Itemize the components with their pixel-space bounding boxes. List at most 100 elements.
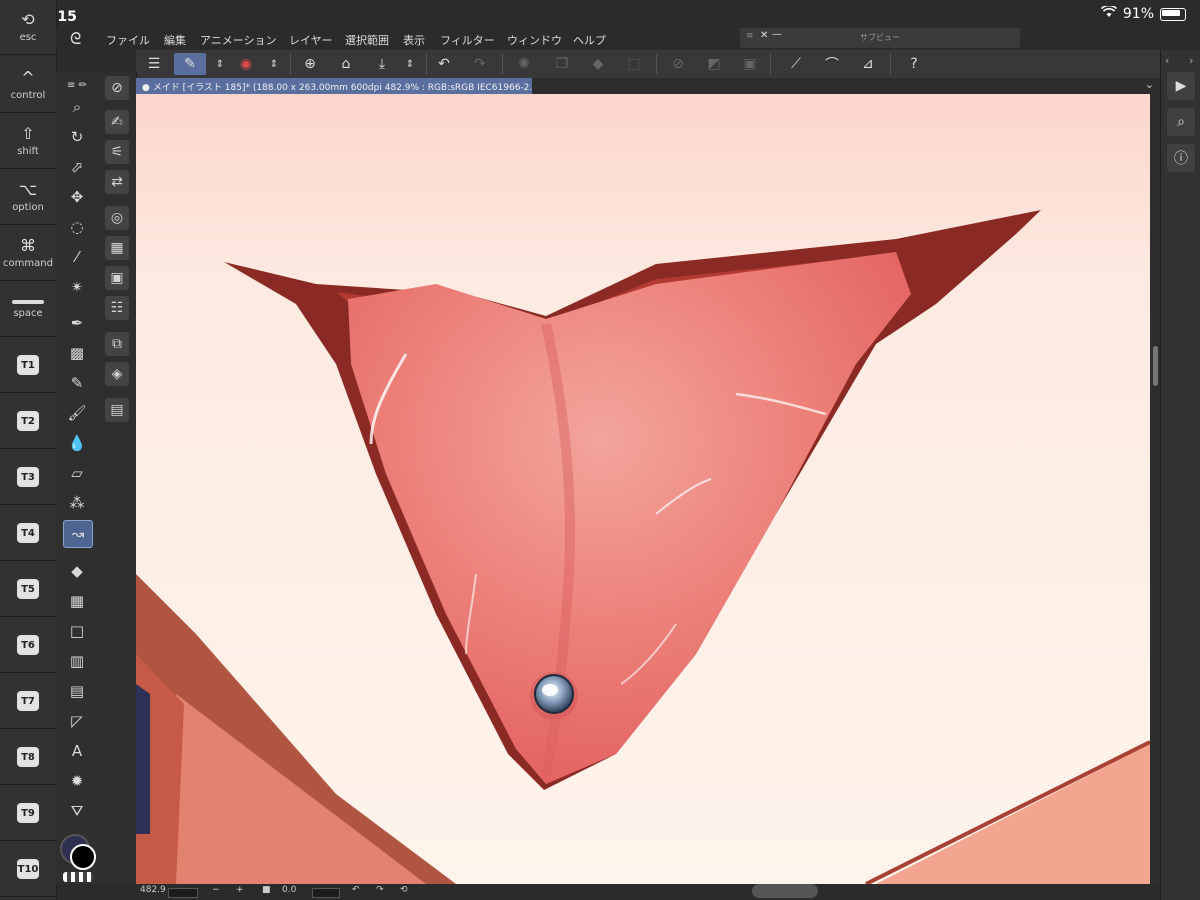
rotate-tool-icon[interactable]: ↻ — [63, 124, 91, 150]
text-tool-icon[interactable]: A — [63, 738, 91, 764]
updown-arrows-icon-2[interactable]: ⇕ — [262, 53, 286, 75]
brush-size-icon[interactable]: ⚟ — [105, 140, 129, 164]
liquify-tool-icon[interactable]: ↝ — [63, 520, 93, 548]
shortcut-key-t3[interactable]: T3 — [0, 450, 56, 505]
undo-icon[interactable]: ↶ — [432, 53, 456, 75]
move-tool-icon[interactable]: ✥ — [63, 184, 91, 210]
app-logo-icon[interactable]: ᘓ — [70, 29, 81, 49]
menu-view[interactable]: 表示 — [403, 32, 425, 48]
shortcut-key-t1[interactable]: T1 — [0, 338, 56, 393]
drag-handle-icon[interactable]: ≡ — [746, 31, 754, 41]
gradient-tool-icon[interactable]: ▦ — [63, 588, 91, 614]
chevron-down-icon[interactable]: ⌄ — [1145, 78, 1154, 91]
transparent-color-swatch[interactable] — [63, 872, 93, 882]
menu-layer[interactable]: レイヤー — [289, 32, 333, 48]
shortcut-key-t2[interactable]: T2 — [0, 394, 56, 449]
perspective-tool-icon[interactable]: ◸ — [63, 708, 91, 734]
collapse-right-icon[interactable]: › — [1189, 54, 1193, 67]
shortcut-key-t9[interactable]: T9 — [0, 786, 56, 841]
control-key[interactable]: ^ control — [0, 58, 56, 113]
rotation-slider[interactable] — [312, 888, 340, 898]
sparkle-tool-icon[interactable]: ✴ — [63, 274, 91, 300]
shortcut-key-t7[interactable]: T7 — [0, 674, 56, 729]
invert-selection-icon[interactable]: ◩ — [702, 53, 726, 75]
hamburger-menu-icon[interactable]: ☰ — [142, 53, 166, 75]
loading-icon[interactable]: ✺ — [512, 53, 536, 75]
blend-tool-icon[interactable]: 💧 — [63, 430, 91, 456]
rotation-value[interactable]: 0.0 — [282, 885, 296, 895]
updown-arrows-icon[interactable]: ⇕ — [208, 53, 232, 75]
subview-window[interactable]: ≡ ✕ — サブビュー — [740, 28, 1020, 48]
collapse-left-icon[interactable]: ‹ — [1165, 54, 1169, 67]
shortcut-key-t10[interactable]: T10 — [0, 842, 56, 897]
ruler-tool-icon[interactable]: ▤ — [63, 678, 91, 704]
object-select-icon[interactable]: ⬀ — [63, 154, 91, 180]
zoom-tool-icon[interactable]: ⌕ — [63, 94, 91, 120]
tool-property-icon[interactable]: ✍ — [105, 110, 129, 134]
search-material-icon[interactable]: ⌕ — [1167, 108, 1195, 136]
selection-frame-icon[interactable]: ▣ — [738, 53, 762, 75]
shortcut-key-t5[interactable]: T5 — [0, 562, 56, 617]
pattern-tool-icon[interactable]: ▩ — [63, 340, 91, 366]
updown-arrows-icon-3[interactable]: ⇕ — [398, 53, 422, 75]
snap-icon[interactable]: ⊿ — [856, 53, 880, 75]
pen-tool-icon[interactable]: ✒ — [63, 310, 91, 336]
horizontal-scroll-thumb[interactable] — [752, 884, 818, 898]
menu-animation[interactable]: アニメーション — [200, 32, 277, 48]
menu-filter[interactable]: フィルター — [440, 32, 495, 48]
shift-key[interactable]: ⇧ shift — [0, 114, 56, 169]
reset-rotation-icon[interactable]: ⟲ — [400, 885, 408, 895]
stabilizer-icon[interactable]: ⌒ — [820, 53, 844, 75]
layer-property-icon[interactable]: ⧉ — [105, 332, 129, 356]
sub-tool-detail-icon[interactable]: ⇄ — [105, 170, 129, 194]
timeline-icon[interactable]: ☷ — [105, 296, 129, 320]
rotate-left-icon[interactable]: ↶ — [352, 885, 360, 895]
eraser-tool-icon[interactable]: ▱ — [63, 460, 91, 486]
frame-tool-icon[interactable]: ▥ — [63, 648, 91, 674]
menu-help[interactable]: ヘルプ — [573, 32, 606, 48]
vertical-scrollbar[interactable] — [1150, 94, 1160, 884]
ruler-icon[interactable]: ⟋ — [784, 53, 808, 75]
fill-tool-icon[interactable]: ◆ — [63, 558, 91, 584]
animation-cels-icon[interactable]: ▶ — [1167, 72, 1195, 100]
color-set-icon[interactable]: ▦ — [105, 236, 129, 260]
menu-window[interactable]: ウィンドウ — [507, 32, 562, 48]
info-icon[interactable]: ⓘ — [1167, 144, 1195, 172]
shortcut-key-t6[interactable]: T6 — [0, 618, 56, 673]
document-tab[interactable]: ● メイド [イラスト 185]* (188.00 x 263.00mm 600… — [136, 78, 532, 94]
shortcut-key-t8[interactable]: T8 — [0, 730, 56, 785]
fill-icon[interactable]: ◆ — [586, 53, 610, 75]
edit-mode-icon[interactable]: ✎ — [174, 53, 206, 75]
decoration-tool-icon[interactable]: ⁂ — [63, 490, 91, 516]
brush-tool-icon[interactable]: 🖌 — [63, 400, 91, 426]
deselect-icon[interactable]: ⊘ — [666, 53, 690, 75]
fit-view-icon[interactable]: ■ — [262, 885, 271, 895]
zoom-value[interactable]: 482.9 — [140, 885, 166, 895]
drawing-canvas[interactable] — [136, 94, 1150, 884]
open-folder-icon[interactable]: ⌂ — [334, 53, 358, 75]
vertical-scroll-thumb[interactable] — [1153, 346, 1158, 386]
shortcut-key-t4[interactable]: T4 — [0, 506, 56, 561]
zoom-slider[interactable] — [168, 888, 198, 898]
new-canvas-icon[interactable]: ⊕ — [298, 53, 322, 75]
zoom-in-button[interactable]: + — [236, 885, 244, 895]
save-icon[interactable]: ⤓ — [370, 53, 394, 75]
zoom-out-button[interactable]: − — [212, 885, 220, 895]
balloon-tool-icon[interactable]: ✹ — [63, 768, 91, 794]
menu-edit[interactable]: 編集 — [164, 32, 186, 48]
option-key[interactable]: ⌥ option — [0, 170, 56, 225]
figure-tool-icon[interactable]: □ — [63, 618, 91, 644]
eyedropper-icon[interactable]: ⁄ — [63, 244, 91, 270]
command-key[interactable]: ⌘ command — [0, 226, 56, 281]
auto-action-icon[interactable]: ▤ — [105, 398, 129, 422]
close-icon[interactable]: ✕ — [760, 30, 768, 41]
sub-color-swatch[interactable] — [70, 844, 96, 870]
layers-icon[interactable]: ◈ — [105, 362, 129, 386]
navigator-icon[interactable]: ⊘ — [105, 76, 129, 100]
redo-icon[interactable]: ↷ — [468, 53, 492, 75]
esc-key[interactable]: ⟲ esc — [0, 0, 56, 55]
pencil-tool-icon[interactable]: ✎ — [63, 370, 91, 396]
material-icon[interactable]: ▣ — [105, 266, 129, 290]
transform-icon[interactable]: ⬚ — [622, 53, 646, 75]
correct-line-tool-icon[interactable]: ⛛ — [63, 798, 91, 824]
